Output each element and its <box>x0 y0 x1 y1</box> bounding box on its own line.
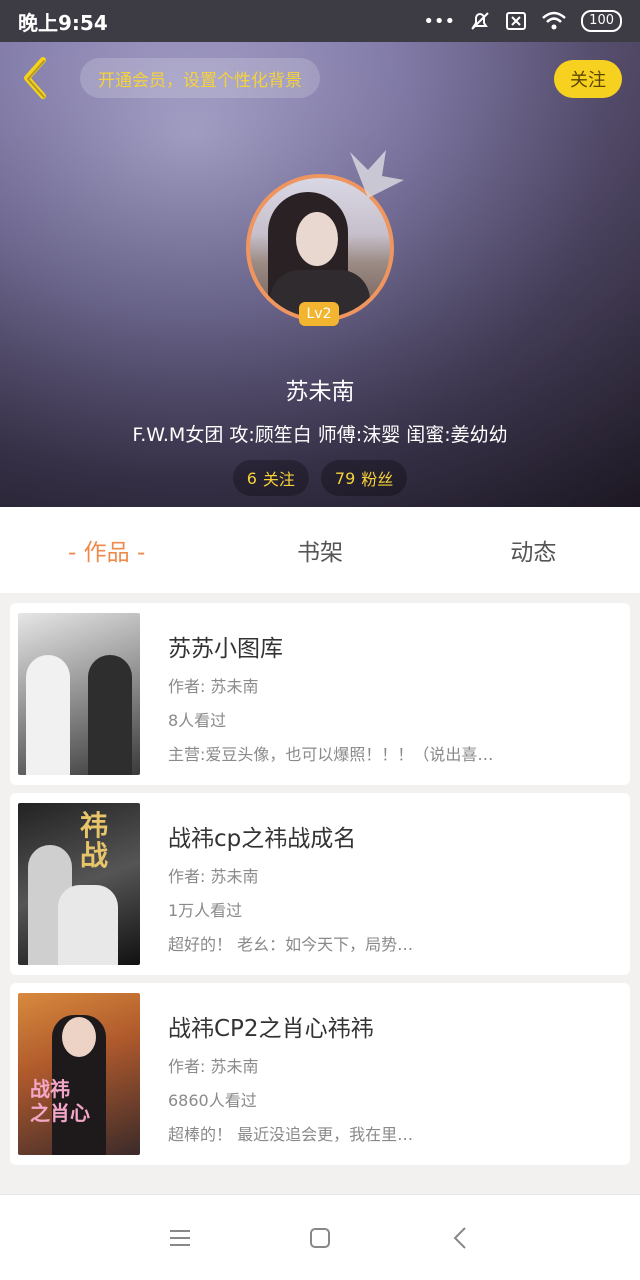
work-author: 作者: 苏未南 <box>168 867 259 886</box>
back-arrow-icon <box>24 57 46 99</box>
works-list: 苏苏小图库 作者: 苏未南 8人看过 主营:爱豆头像，也可以爆照！！！（说出喜…… <box>10 603 630 1173</box>
profile-tabs: - 作品 - 书架 动态 <box>0 507 640 593</box>
following-count: 6 <box>246 468 257 488</box>
avatar-container: Lv2 <box>246 150 404 326</box>
menu-icon <box>170 1229 190 1246</box>
list-item[interactable]: 祎战 战祎cp之祎战成名 作者: 苏未南 1万人看过 超好的！ 老幺：如今天下，… <box>10 793 630 975</box>
mute-bell-icon <box>471 12 489 30</box>
book-cover <box>18 613 140 775</box>
profile-bio: F.W.M女团 攻:顾笙白 师傅:沫婴 闺蜜:姜幼幼 <box>132 424 508 446</box>
following-count-button[interactable]: 6 关注 <box>232 460 309 496</box>
level-badge: Lv2 <box>299 302 339 326</box>
follow-button[interactable]: 关注 <box>554 60 622 98</box>
work-views: 8人看过 <box>168 711 227 730</box>
vip-background-prompt[interactable]: 开通会员，设置个性化背景 <box>80 58 320 98</box>
status-bar: 晚上9:54 ••• 100 <box>0 0 640 42</box>
cover-art-text-icon: 战祎 之肖心 <box>30 1077 90 1125</box>
book-cover: 战祎 之肖心 <box>18 993 140 1155</box>
home-square-icon <box>310 1227 330 1248</box>
profile-header: 开通会员，设置个性化背景 关注 Lv2 苏未南 F.W.M女团 攻:顾笙白 师傅… <box>0 42 640 507</box>
sim-off-icon <box>506 12 527 30</box>
book-cover: 祎战 <box>18 803 140 965</box>
menu-button[interactable] <box>160 1218 200 1258</box>
followers-count-button[interactable]: 79 粉丝 <box>320 460 408 496</box>
tab-works[interactable]: - 作品 - <box>0 507 213 593</box>
battery-icon: 100 <box>581 10 622 32</box>
work-views: 1万人看过 <box>168 901 243 920</box>
work-author: 作者: 苏未南 <box>168 677 259 696</box>
system-nav-bar <box>0 1194 640 1280</box>
work-views: 6860人看过 <box>168 1091 257 1110</box>
work-description: 主营:爱豆头像，也可以爆照！！！（说出喜… <box>168 745 494 764</box>
list-item[interactable]: 战祎 之肖心 战祎CP2之肖心祎祎 作者: 苏未南 6860人看过 超棒的！ 最近… <box>10 983 630 1165</box>
back-chevron-icon <box>453 1226 466 1249</box>
tab-bookshelf[interactable]: 书架 <box>213 507 426 593</box>
followers-count: 79 <box>334 468 356 488</box>
status-time: 晚上9:54 <box>18 10 108 35</box>
work-description: 超棒的！ 最近没追会更，我在里… <box>168 1125 414 1144</box>
crown-icon <box>350 150 404 198</box>
system-back-button[interactable] <box>440 1218 480 1258</box>
following-label: 关注 <box>262 470 295 489</box>
list-item[interactable]: 苏苏小图库 作者: 苏未南 8人看过 主营:爱豆头像，也可以爆照！！！（说出喜… <box>10 603 630 785</box>
followers-label: 粉丝 <box>361 470 394 489</box>
work-title: 战祎cp之祎战成名 <box>168 826 357 852</box>
tab-activity[interactable]: 动态 <box>427 507 640 593</box>
wifi-icon <box>542 11 567 30</box>
work-author: 作者: 苏未南 <box>168 1057 259 1076</box>
cover-art-text-icon: 祎战 <box>80 809 109 872</box>
back-button[interactable] <box>14 54 54 102</box>
work-title: 苏苏小图库 <box>168 636 283 662</box>
work-description: 超好的！ 老幺：如今天下，局势… <box>168 935 414 954</box>
home-button[interactable] <box>300 1218 340 1258</box>
work-title: 战祎CP2之肖心祎祎 <box>168 1016 374 1042</box>
profile-username: 苏未南 <box>285 379 355 405</box>
status-icons: ••• 100 <box>423 10 622 32</box>
more-dots-icon: ••• <box>423 10 456 32</box>
profile-stats: 6 关注 79 粉丝 <box>0 460 640 496</box>
